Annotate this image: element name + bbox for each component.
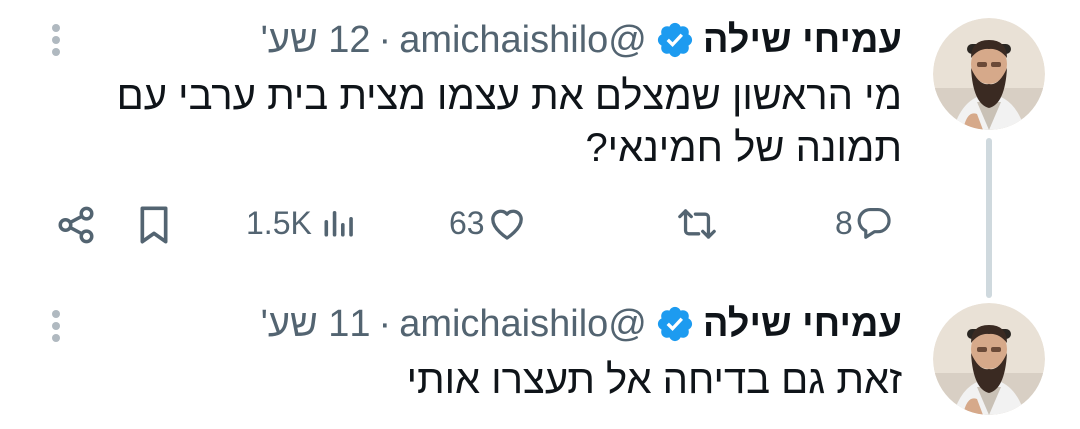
vertical-dots-icon[interactable] (49, 306, 63, 350)
tweet-1[interactable]: עמיחי שילה @amichaishilo · 12 שע' מי הרא… (0, 0, 1080, 300)
bar-chart-icon (320, 204, 356, 242)
verified-badge-icon (655, 304, 695, 344)
tweet-text-line: זאת גם בדיחה אל תעצרו אותי (406, 358, 902, 402)
tweet-text-line: תמונה של חמינאי? (585, 126, 902, 170)
tweet-text: מי הראשון שמצלם את עצמו מצית בית ערבי עם… (82, 70, 902, 174)
avatar[interactable] (933, 303, 1045, 415)
tweet-2[interactable]: עמיחי שילה @amichaishilo · 11 שע' זאת גם… (0, 300, 1080, 429)
author-handle[interactable]: @amichaishilo (399, 18, 647, 62)
like-button[interactable]: 63 (449, 204, 527, 242)
reply-button[interactable]: 8 (835, 204, 893, 242)
retweet-icon (676, 206, 718, 242)
share-button[interactable] (55, 204, 97, 246)
tweet-timestamp[interactable]: 12 שע' (261, 18, 371, 62)
views-button[interactable]: 1.5K (246, 204, 356, 242)
tweet-text-line: מי הראשון שמצלם את עצמו מצית בית ערבי עם (116, 74, 902, 118)
header-separator: · (378, 303, 392, 345)
reply-count: 8 (835, 204, 853, 241)
avatar[interactable] (933, 18, 1045, 130)
header-separator: · (378, 19, 392, 61)
bookmark-button[interactable] (137, 205, 171, 245)
verified-badge-icon (655, 20, 695, 60)
speech-bubble-icon (855, 204, 893, 242)
tweet-text: זאת גם בדיחה אל תעצרו אותי (82, 354, 902, 406)
tweet-header: עמיחי שילה @amichaishilo · 11 שע' (261, 302, 902, 346)
author-handle[interactable]: @amichaishilo (399, 302, 647, 346)
share-icon (55, 204, 97, 246)
like-count: 63 (449, 204, 485, 241)
tweet-header: עמיחי שילה @amichaishilo · 12 שע' (261, 18, 902, 62)
bookmark-icon (137, 205, 171, 245)
tweet-timestamp[interactable]: 11 שע' (261, 302, 371, 346)
retweet-button[interactable] (676, 206, 718, 242)
author-name[interactable]: עמיחי שילה (703, 302, 902, 346)
vertical-dots-icon[interactable] (49, 20, 63, 64)
author-name[interactable]: עמיחי שילה (703, 18, 902, 62)
heart-icon (487, 204, 527, 242)
views-count: 1.5K (246, 204, 312, 241)
